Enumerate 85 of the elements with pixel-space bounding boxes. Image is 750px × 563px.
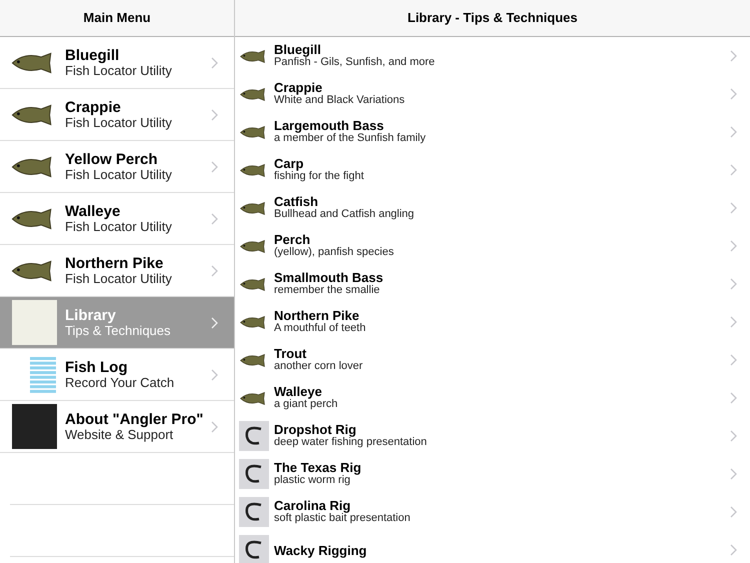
library-item[interactable]: Largemouth Bass a member of the Sunfish family — [235, 113, 750, 151]
item-title: Fish Log — [65, 360, 128, 374]
chevron-right-icon — [730, 240, 737, 252]
item-subtitle: deep water fishing presentation — [274, 436, 428, 449]
library-item[interactable]: The Texas Rig plastic worm rig — [235, 455, 750, 493]
item-title: Bluegill — [65, 48, 120, 62]
item-subtitle: Fish Locator Utility — [65, 270, 173, 286]
item-subtitle: Website & Support — [65, 426, 174, 442]
chevron-right-icon — [730, 88, 737, 100]
log-sheet-icon — [30, 356, 56, 392]
item-title: Yellow Perch — [65, 152, 159, 166]
chevron-right-icon — [730, 50, 737, 62]
item-title: The Texas Rig — [274, 461, 362, 474]
chevron-right-icon — [730, 468, 737, 480]
chevron-right-icon — [211, 212, 218, 224]
library-item[interactable]: Dropshot Rig deep water fishing presentation — [235, 417, 750, 455]
item-subtitle: Fish Locator Utility — [65, 166, 173, 182]
chevron-right-icon — [730, 392, 737, 404]
panel-title: Library - Tips & Techniques — [408, 9, 578, 28]
item-title: Carp — [274, 157, 305, 170]
chevron-right-icon — [730, 202, 737, 214]
item-subtitle: (yellow), panfish species — [274, 246, 395, 259]
item-title: Wacky Rigging — [274, 544, 368, 556]
item-title: Crappie — [274, 81, 324, 94]
item-title: Crappie — [65, 100, 122, 114]
chevron-right-icon — [730, 126, 737, 138]
item-subtitle: Fish Locator Utility — [65, 62, 173, 78]
chevron-right-icon — [211, 420, 218, 432]
item-subtitle: Tips & Techniques — [65, 322, 172, 338]
chevron-right-icon — [730, 316, 737, 328]
item-subtitle: White and Black Variations — [274, 94, 406, 107]
item-subtitle: a member of the Sunfish family — [274, 132, 427, 145]
chevron-right-icon — [730, 164, 737, 176]
item-title: Largemouth Bass — [274, 119, 385, 132]
item-subtitle: Panfish - Gils, Sunfish, and more — [274, 56, 436, 69]
item-title: Walleye — [65, 204, 122, 218]
library-item[interactable]: Carolina Rig soft plastic bait presentation — [235, 493, 750, 531]
item-title: Trout — [274, 347, 308, 360]
panel-title: Main Menu — [83, 9, 151, 28]
library-item[interactable]: Perch (yellow), panfish species — [235, 227, 750, 265]
chevron-right-icon — [730, 430, 737, 442]
chevron-right-icon — [730, 506, 737, 518]
item-title: About "Angler Pro" — [65, 412, 204, 426]
library-collage-picture — [12, 300, 56, 345]
chevron-right-icon — [211, 264, 218, 276]
menu-item[interactable]: About "Angler Pro" Website & Support — [0, 401, 234, 453]
item-subtitle: Fish Locator Utility — [65, 218, 173, 234]
chevron-right-icon — [211, 56, 218, 68]
library-item[interactable]: Trout another corn lover — [235, 341, 750, 379]
library-item[interactable]: Crappie White and Black Variations — [235, 75, 750, 113]
library-item[interactable]: Catfish Bullhead and Catfish angling — [235, 189, 750, 227]
chevron-right-icon — [730, 544, 737, 556]
chevron-right-icon — [730, 278, 737, 290]
chevron-right-icon — [211, 368, 218, 380]
library-item[interactable]: Bluegill Panfish - Gils, Sunfish, and more — [235, 37, 750, 75]
library-item[interactable]: Smallmouth Bass remember the smallie — [235, 265, 750, 303]
item-title: Perch — [274, 233, 312, 246]
item-subtitle: Fish Locator Utility — [65, 114, 173, 130]
item-subtitle: A mouthful of teeth — [274, 322, 367, 335]
item-subtitle: another corn lover — [274, 360, 364, 373]
item-subtitle: fishing for the fight — [274, 170, 365, 183]
item-title: Northern Pike — [274, 309, 360, 322]
item-subtitle: plastic worm rig — [274, 474, 350, 487]
library-item[interactable]: Wacky Rigging — [235, 531, 750, 563]
item-title: Carolina Rig — [274, 499, 352, 512]
item-subtitle: a giant perch — [274, 398, 339, 411]
item-subtitle: remember the smallie — [274, 284, 381, 297]
item-title: Library — [65, 308, 117, 322]
library-item[interactable]: Carp fishing for the fight — [235, 151, 750, 189]
item-title: Smallmouth Bass — [274, 271, 384, 284]
item-subtitle: Bullhead and Catfish angling — [274, 208, 416, 221]
item-subtitle: soft plastic bait presentation — [274, 512, 412, 525]
library-item[interactable]: Northern Pike A mouthful of teeth — [235, 303, 750, 341]
chevron-right-icon — [730, 354, 737, 366]
phone-screens-picture — [12, 404, 56, 449]
item-title: Dropshot Rig — [274, 423, 358, 436]
chevron-right-icon — [211, 108, 218, 120]
item-title: Walleye — [274, 385, 323, 398]
item-subtitle: Record Your Catch — [65, 374, 176, 390]
item-title: Bluegill — [274, 43, 322, 56]
item-title: Catfish — [274, 195, 320, 208]
library-item[interactable]: Walleye a giant perch — [235, 379, 750, 417]
chevron-right-icon — [211, 160, 218, 172]
item-title: Northern Pike — [65, 256, 164, 270]
chevron-right-icon — [211, 316, 218, 328]
